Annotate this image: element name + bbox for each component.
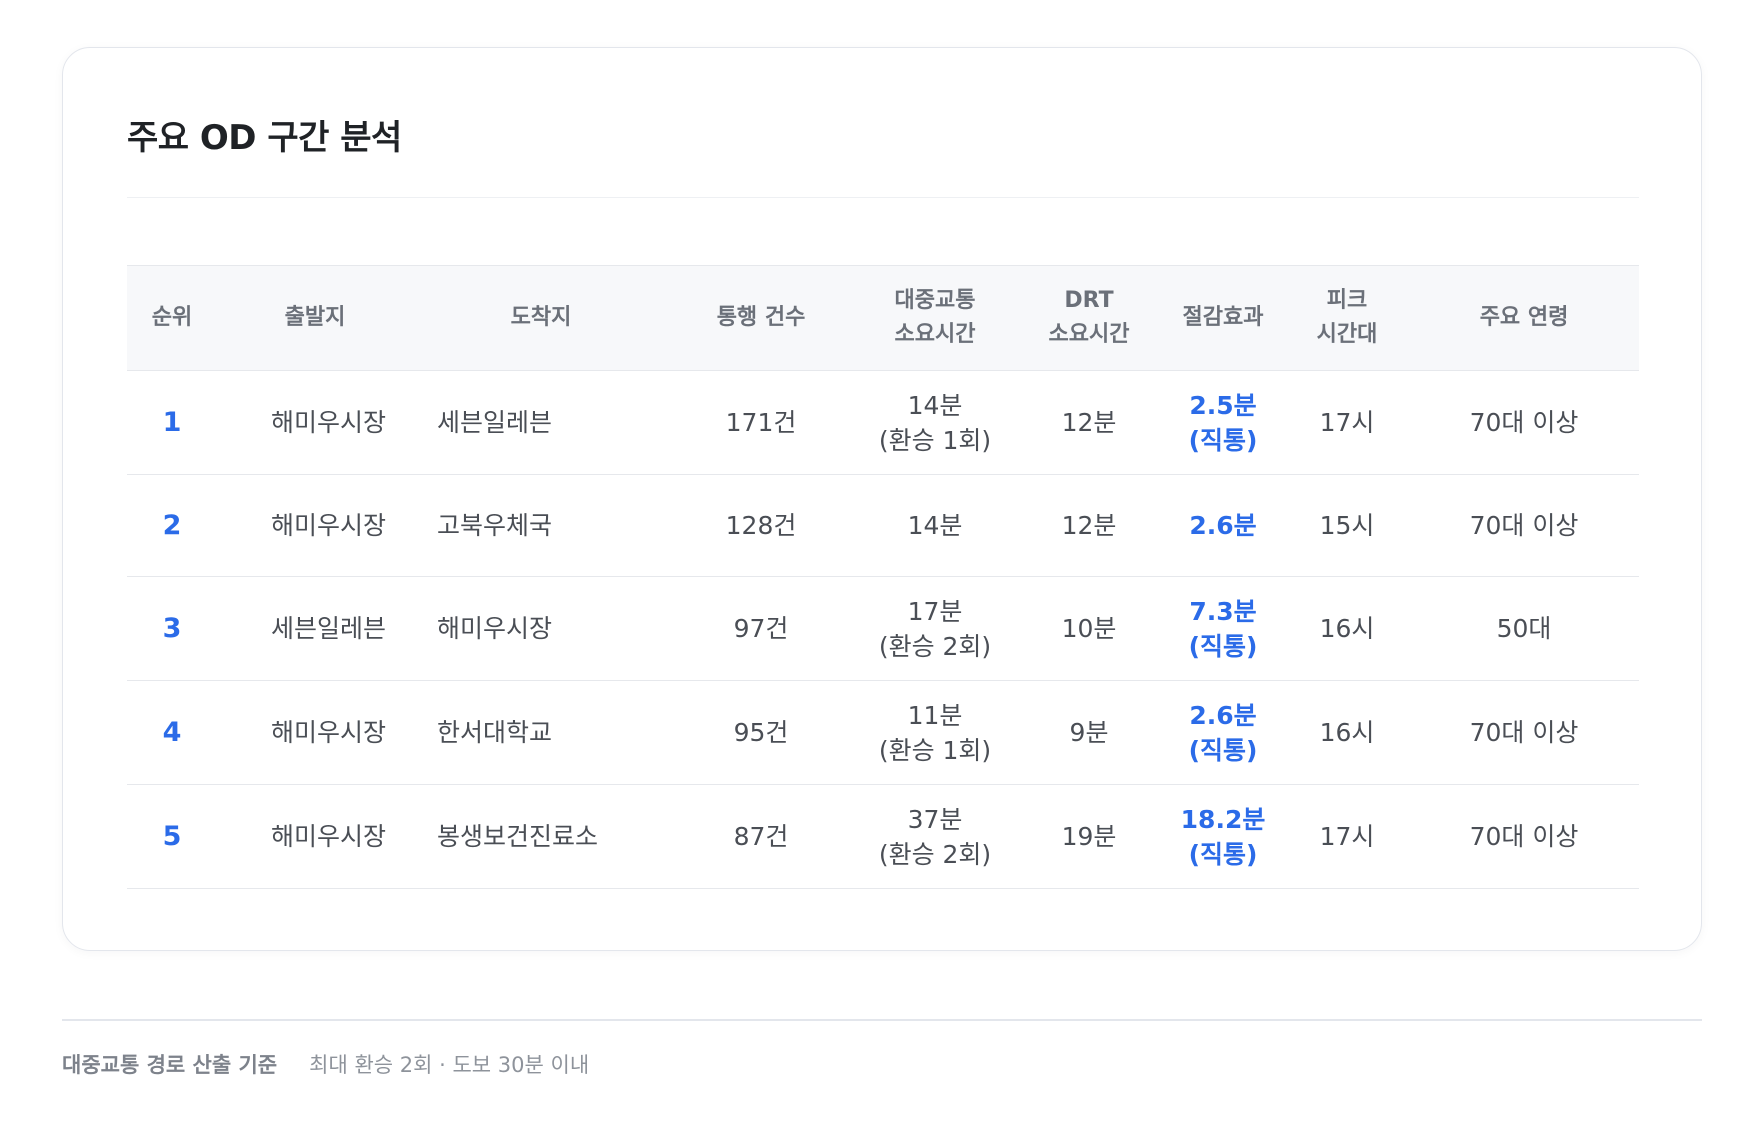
header-transit-time: 대중교통 소요시간 bbox=[853, 265, 1017, 371]
title-divider bbox=[127, 197, 1639, 198]
cell-age: 70대 이상 bbox=[1409, 370, 1639, 475]
cell-age: 70대 이상 bbox=[1409, 784, 1639, 889]
header-peak-line1: 피크 bbox=[1326, 288, 1368, 313]
cell-origin: 해미우시장 bbox=[217, 474, 413, 577]
saving-value: 2.6분 bbox=[1189, 700, 1257, 730]
cell-drt-time: 9분 bbox=[1017, 680, 1161, 785]
cell-rank: 1 bbox=[127, 370, 217, 475]
saving-note: (직통) bbox=[1188, 425, 1258, 455]
cell-rank: 4 bbox=[127, 680, 217, 785]
header-peak-line2: 시간대 bbox=[1316, 322, 1378, 347]
cell-saving: 18.2분 (직통) bbox=[1161, 784, 1285, 889]
transit-time-value: 14분 bbox=[907, 511, 963, 540]
header-transit-time-line1: 대중교통 bbox=[894, 288, 976, 313]
cell-rank: 5 bbox=[127, 784, 217, 889]
header-drt-time-line1: DRT bbox=[1064, 288, 1114, 313]
cell-trips: 171건 bbox=[669, 370, 853, 475]
table-row: 1 해미우시장 세븐일레븐 171건 14분 (환승 1회) 12분 2.5분 … bbox=[127, 370, 1639, 475]
cell-peak: 17시 bbox=[1285, 784, 1409, 889]
table-row: 4 해미우시장 한서대학교 95건 11분 (환승 1회) 9분 2.6분 (직… bbox=[127, 680, 1639, 785]
cell-peak: 15시 bbox=[1285, 474, 1409, 577]
cell-drt-time: 19분 bbox=[1017, 784, 1161, 889]
cell-peak: 16시 bbox=[1285, 576, 1409, 681]
cell-transit-time: 14분 bbox=[853, 474, 1017, 577]
cell-trips: 95건 bbox=[669, 680, 853, 785]
saving-value: 2.5분 bbox=[1189, 390, 1257, 420]
footer-divider bbox=[62, 1019, 1702, 1021]
cell-age: 70대 이상 bbox=[1409, 680, 1639, 785]
cell-saving: 2.5분 (직통) bbox=[1161, 370, 1285, 475]
cell-age: 70대 이상 bbox=[1409, 474, 1639, 577]
table-header: 순위 출발지 도착지 통행 건수 대중교통 소요시간 DRT 소요시간 절감효과… bbox=[127, 265, 1639, 371]
cell-trips: 87건 bbox=[669, 784, 853, 889]
footer-text: 최대 환승 2회 · 도보 30분 이내 bbox=[309, 1053, 590, 1077]
saving-value: 18.2분 bbox=[1180, 804, 1266, 834]
saving-note: (직통) bbox=[1188, 631, 1258, 661]
cell-rank: 2 bbox=[127, 474, 217, 577]
table-header-row: 순위 출발지 도착지 통행 건수 대중교통 소요시간 DRT 소요시간 절감효과… bbox=[127, 265, 1639, 371]
transit-time-value: 37분 bbox=[907, 804, 963, 834]
cell-age: 50대 bbox=[1409, 576, 1639, 681]
cell-destination: 고북우체국 bbox=[413, 474, 669, 577]
cell-destination: 한서대학교 bbox=[413, 680, 669, 785]
cell-destination: 봉생보건진료소 bbox=[413, 784, 669, 889]
cell-transit-time: 14분 (환승 1회) bbox=[853, 370, 1017, 475]
cell-destination: 세븐일레븐 bbox=[413, 370, 669, 475]
cell-transit-time: 11분 (환승 1회) bbox=[853, 680, 1017, 785]
header-drt-time: DRT 소요시간 bbox=[1017, 265, 1161, 371]
table-row: 3 세븐일레븐 해미우시장 97건 17분 (환승 2회) 10분 7.3분 (… bbox=[127, 576, 1639, 681]
cell-trips: 97건 bbox=[669, 576, 853, 681]
card-title: 주요 OD 구간 분석 bbox=[127, 118, 402, 158]
header-trips: 통행 건수 bbox=[669, 265, 853, 371]
cell-trips: 128건 bbox=[669, 474, 853, 577]
header-drt-time-line2: 소요시간 bbox=[1048, 322, 1130, 347]
transit-transfer-note: (환승 2회) bbox=[878, 631, 992, 661]
cell-peak: 17시 bbox=[1285, 370, 1409, 475]
cell-drt-time: 12분 bbox=[1017, 474, 1161, 577]
saving-value: 2.6분 bbox=[1189, 511, 1257, 540]
header-saving: 절감효과 bbox=[1161, 265, 1285, 371]
cell-rank: 3 bbox=[127, 576, 217, 681]
cell-saving: 2.6분 bbox=[1161, 474, 1285, 577]
header-rank: 순위 bbox=[127, 265, 217, 371]
header-peak: 피크 시간대 bbox=[1285, 265, 1409, 371]
cell-origin: 해미우시장 bbox=[217, 784, 413, 889]
header-transit-time-line2: 소요시간 bbox=[894, 322, 976, 347]
saving-note: (직통) bbox=[1188, 839, 1258, 869]
transit-transfer-note: (환승 1회) bbox=[878, 735, 992, 765]
table-row: 5 해미우시장 봉생보건진료소 87건 37분 (환승 2회) 19분 18.2… bbox=[127, 784, 1639, 889]
cell-destination: 해미우시장 bbox=[413, 576, 669, 681]
cell-origin: 해미우시장 bbox=[217, 370, 413, 475]
footer-note: 대중교통 경로 산출 기준 최대 환승 2회 · 도보 30분 이내 bbox=[62, 1049, 589, 1079]
od-table: 순위 출발지 도착지 통행 건수 대중교통 소요시간 DRT 소요시간 절감효과… bbox=[127, 265, 1639, 889]
footer-label: 대중교통 경로 산출 기준 bbox=[62, 1053, 278, 1077]
saving-note: (직통) bbox=[1188, 735, 1258, 765]
cell-peak: 16시 bbox=[1285, 680, 1409, 785]
cell-origin: 해미우시장 bbox=[217, 680, 413, 785]
header-age: 주요 연령 bbox=[1409, 265, 1639, 371]
cell-saving: 2.6분 (직통) bbox=[1161, 680, 1285, 785]
header-destination: 도착지 bbox=[413, 265, 669, 371]
transit-time-value: 11분 bbox=[907, 700, 963, 730]
cell-drt-time: 10분 bbox=[1017, 576, 1161, 681]
cell-drt-time: 12분 bbox=[1017, 370, 1161, 475]
cell-saving: 7.3분 (직통) bbox=[1161, 576, 1285, 681]
cell-transit-time: 37분 (환승 2회) bbox=[853, 784, 1017, 889]
table-row: 2 해미우시장 고북우체국 128건 14분 12분 2.6분 15시 70대 … bbox=[127, 474, 1639, 577]
table-body: 1 해미우시장 세븐일레븐 171건 14분 (환승 1회) 12분 2.5분 … bbox=[127, 370, 1639, 889]
transit-transfer-note: (환승 2회) bbox=[878, 839, 992, 869]
transit-transfer-note: (환승 1회) bbox=[878, 425, 992, 455]
cell-origin: 세븐일레븐 bbox=[217, 576, 413, 681]
saving-value: 7.3분 bbox=[1189, 596, 1257, 626]
transit-time-value: 17분 bbox=[907, 596, 963, 626]
od-analysis-card: 주요 OD 구간 분석 순위 출발지 도착지 통행 건수 대중교통 소요시간 D… bbox=[62, 47, 1702, 951]
transit-time-value: 14분 bbox=[907, 390, 963, 420]
cell-transit-time: 17분 (환승 2회) bbox=[853, 576, 1017, 681]
header-origin: 출발지 bbox=[217, 265, 413, 371]
